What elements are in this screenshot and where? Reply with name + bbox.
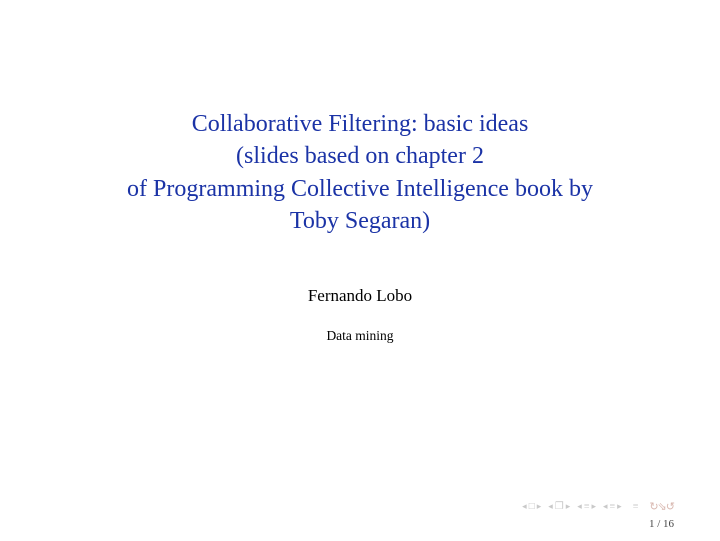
nav-section-group[interactable]: ◂ ❐ ▸ — [548, 502, 570, 512]
title-line-1: Collaborative Filtering: basic ideas — [0, 108, 720, 140]
nav-slide-icon: ≡ — [609, 502, 617, 512]
page-sep: / — [654, 518, 663, 530]
nav-prev-icon: ◂ — [548, 502, 553, 511]
course-name: Data mining — [0, 328, 720, 344]
nav-subsection-group[interactable]: ◂ ≡ ▸ — [577, 502, 596, 512]
slide-title: Collaborative Filtering: basic ideas (sl… — [0, 0, 720, 238]
nav-first-icon: □ — [528, 502, 536, 512]
title-line-4: Toby Segaran) — [0, 205, 720, 237]
page-number: 1 / 16 — [649, 518, 674, 530]
nav-next-icon: ▸ — [566, 502, 571, 511]
slide: Collaborative Filtering: basic ideas (sl… — [0, 0, 720, 541]
nav-prev-icon: ◂ — [603, 502, 608, 511]
nav-prev-icon: ◂ — [577, 502, 582, 511]
title-line-2: (slides based on chapter 2 — [0, 140, 720, 172]
page-total: 16 — [663, 518, 674, 530]
nav-next-icon: ▸ — [537, 502, 542, 511]
title-line-3: of Programming Collective Intelligence b… — [0, 173, 720, 205]
beamer-nav-bar: ◂ □ ▸ ◂ ❐ ▸ ◂ ≡ ▸ ◂ ≡ ▸ ≡ ↻⇘↺ — [522, 500, 674, 513]
nav-next-icon: ▸ — [617, 502, 622, 511]
nav-prev-icon: ◂ — [522, 502, 527, 511]
nav-subsection-icon: ≡ — [583, 502, 591, 512]
nav-loop-icon[interactable]: ↻⇘↺ — [645, 500, 674, 513]
author-name: Fernando Lobo — [0, 286, 720, 306]
nav-slide-group[interactable]: ◂ ≡ ▸ — [603, 502, 622, 512]
nav-section-icon: ❐ — [554, 502, 565, 512]
nav-next-icon: ▸ — [591, 502, 596, 511]
nav-first-group[interactable]: ◂ □ ▸ — [522, 502, 541, 512]
nav-end-icon[interactable]: ≡ — [629, 501, 639, 512]
